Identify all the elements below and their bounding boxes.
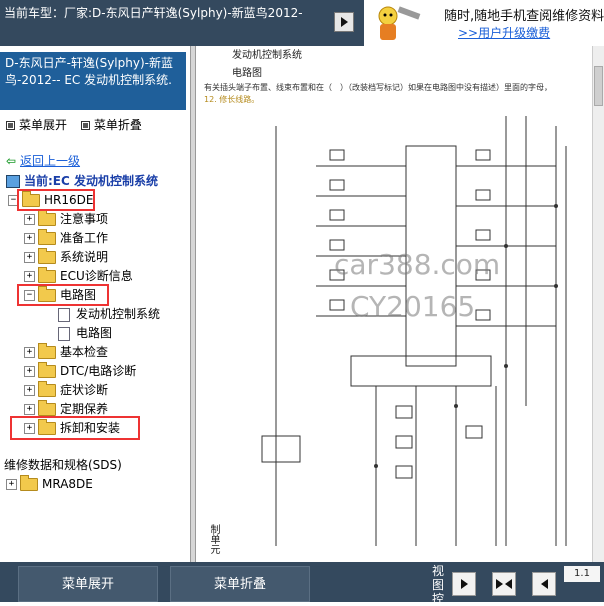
expand-toggle-icon[interactable]: + — [24, 214, 35, 225]
document-icon — [58, 307, 70, 322]
upgrade-banner[interactable]: 随时,随地手机查阅维修资料 >>用户升级缴费 — [364, 0, 604, 46]
tree-node-precautions[interactable]: + 注意事项 — [24, 210, 108, 228]
menu-expand-link[interactable]: 菜单展开 — [6, 118, 67, 132]
watermark: CY20165 — [350, 290, 476, 323]
computer-icon — [6, 175, 20, 188]
expand-menu-button[interactable]: 菜单展开 — [18, 566, 158, 602]
current-section-label: 当前:EC 发动机控制系统 — [24, 174, 158, 188]
tree-node-label: 注意事项 — [60, 212, 109, 226]
page-number: 1.1 — [564, 566, 600, 582]
expand-toggle-icon[interactable]: + — [24, 385, 35, 396]
expand-toggle-icon[interactable]: + — [24, 271, 35, 282]
scrollbar-thumb[interactable] — [594, 66, 603, 106]
collapse-icon — [80, 121, 90, 130]
expand-toggle-icon[interactable]: + — [24, 404, 35, 415]
triangle-left-icon — [505, 579, 512, 589]
bottom-toolbar: 菜单展开 菜单折叠 视图控 1.1 — [0, 562, 604, 606]
tree-node-mra8de[interactable]: + MRA8DE — [6, 475, 93, 493]
tree-node-preparation[interactable]: + 准备工作 — [24, 229, 108, 247]
next-page-button[interactable] — [452, 572, 476, 596]
watermark: car388.com — [334, 248, 501, 281]
view-control-label: 视图控 — [432, 564, 445, 606]
expand-toggle-icon[interactable]: + — [6, 479, 17, 490]
collapse-menu-button[interactable]: 菜单折叠 — [170, 566, 310, 602]
folder-icon — [38, 343, 56, 359]
arrow-left-icon: ⇦ — [6, 154, 17, 168]
upgrade-link[interactable]: >>用户升级缴费 — [458, 24, 550, 41]
folder-icon — [38, 248, 56, 264]
tree-node-symptom-diagnosis[interactable]: + 症状诊断 — [24, 381, 108, 399]
play-icon — [341, 17, 348, 27]
folder-icon — [20, 475, 38, 491]
expand-toggle-icon[interactable]: + — [24, 366, 35, 377]
tree-node-label: 症状诊断 — [60, 383, 109, 397]
tree-node-system-description[interactable]: + 系统说明 — [24, 248, 108, 266]
folder-icon — [38, 381, 56, 397]
tree-node-ecu-diagnosis[interactable]: + ECU诊断信息 — [24, 267, 133, 285]
tree-node-label: ECU诊断信息 — [60, 269, 133, 283]
forward-button[interactable] — [334, 12, 354, 32]
folder-icon — [38, 229, 56, 245]
wiring-diagram — [261, 116, 567, 546]
tree-node-label: 发动机控制系统 — [76, 307, 161, 321]
folder-icon — [38, 267, 56, 283]
sidebar-title: D-东风日产-轩逸(Sylphy)-新蓝鸟-2012-- EC 发动机控制系统. — [0, 52, 186, 110]
triangle-right-icon — [496, 579, 503, 589]
tree-leaf-wiring-diagram[interactable]: 电路图 — [58, 324, 112, 342]
tree-node-label: 定期保养 — [60, 402, 109, 416]
document-side-label: 制单元 — [208, 524, 219, 554]
tree-node-label: DTC/电路诊断 — [60, 364, 137, 378]
folder-icon — [38, 400, 56, 416]
top-bar: 当前车型：厂家:D-东风日产轩逸(Sylphy)-新蓝鸟2012- 随时,随地手… — [0, 0, 604, 46]
current-section: 当前:EC 发动机控制系统 — [6, 172, 158, 189]
tree-node-label: 维修数据和规格(SDS) — [4, 458, 122, 472]
tree-node-basic-inspection[interactable]: + 基本检查 — [24, 343, 108, 361]
tree-node-label: 电路图 — [76, 326, 113, 340]
current-model-label: 当前车型：厂家:D-东风日产轩逸(Sylphy)-新蓝鸟2012- — [4, 6, 303, 20]
tree-node-dtc-diagnosis[interactable]: + DTC/电路诊断 — [24, 362, 136, 380]
menu-controls: 菜单展开 菜单折叠 — [6, 116, 152, 133]
sidebar: D-东风日产-轩逸(Sylphy)-新蓝鸟-2012-- EC 发动机控制系统.… — [0, 46, 190, 562]
expand-toggle-icon[interactable]: + — [24, 252, 35, 263]
tree-leaf-engine-control[interactable]: 发动机控制系统 — [58, 305, 160, 323]
document-title: 发动机控制系统 — [232, 50, 302, 61]
expand-icon — [6, 121, 15, 130]
document-subtitle: 电路图 — [232, 68, 262, 79]
highlight-box — [17, 284, 109, 306]
document-icon — [58, 326, 70, 341]
mascot-icon — [378, 6, 421, 40]
menu-collapse-link[interactable]: 菜单折叠 — [80, 118, 142, 132]
fit-page-button[interactable] — [492, 572, 516, 596]
document-note-link[interactable]: 12. 修长线路。 — [204, 94, 259, 105]
triangle-right-icon — [461, 579, 468, 589]
expand-toggle-icon[interactable]: + — [24, 347, 35, 358]
back-label: 返回上一级 — [20, 154, 81, 168]
folder-icon — [38, 362, 56, 378]
triangle-left-icon — [541, 579, 548, 589]
tree-node-service-data[interactable]: 维修数据和规格(SDS) — [4, 456, 122, 474]
document-note: 有关插头端子布置、线束布置和在（ ）（改装档写标记）如果在电路图中没有描述）里面… — [204, 83, 552, 92]
banner-headline: 随时,随地手机查阅维修资料 — [444, 9, 604, 24]
menu-collapse-label: 菜单折叠 — [93, 118, 142, 132]
tree-node-label: MRA8DE — [42, 477, 93, 491]
tree-node-label: 基本检查 — [60, 345, 109, 359]
vertical-scrollbar[interactable] — [592, 46, 604, 562]
tree-node-label: 准备工作 — [60, 231, 109, 245]
previous-page-button[interactable] — [532, 572, 556, 596]
highlight-box — [10, 416, 140, 440]
tree-node-label: 系统说明 — [60, 250, 109, 264]
menu-expand-label: 菜单展开 — [19, 118, 68, 132]
folder-icon — [38, 210, 56, 226]
back-link[interactable]: ⇦ 返回上一级 — [6, 152, 80, 169]
document-viewer: 发动机控制系统 电路图 有关插头端子布置、线束布置和在（ ）（改装档写标记）如果… — [196, 46, 604, 562]
expand-toggle-icon[interactable]: + — [24, 233, 35, 244]
highlight-box — [17, 189, 95, 211]
